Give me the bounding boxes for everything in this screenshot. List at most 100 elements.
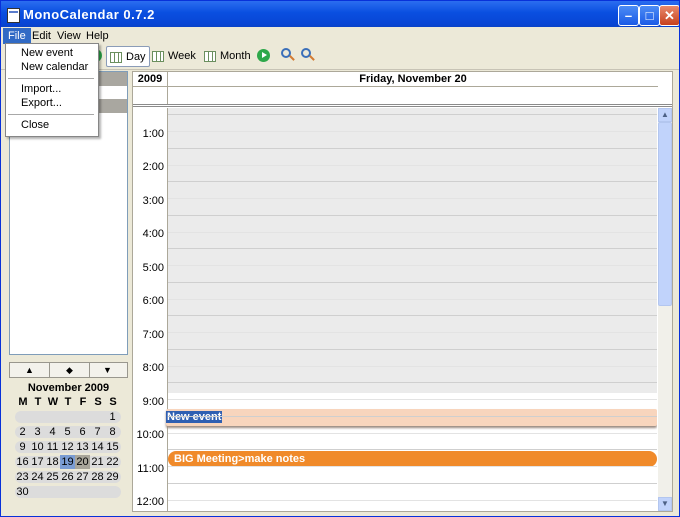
calendar-day[interactable]: 29: [105, 470, 120, 484]
app-window: MonoCalendar 0.7.2 – □ ✕ File Edit View …: [0, 0, 680, 517]
calendar-day[interactable]: 4: [45, 425, 60, 439]
app-icon: [7, 8, 20, 23]
calendar-day[interactable]: 26: [60, 470, 75, 484]
half-hour-line: [168, 366, 657, 367]
calendar-day[interactable]: 1: [105, 410, 120, 424]
calendar-day[interactable]: 9: [15, 440, 30, 454]
calendar-day[interactable]: 22: [105, 455, 120, 469]
scroll-thumb[interactable]: [658, 122, 672, 306]
calendar-day[interactable]: 27: [75, 470, 90, 484]
day-view-label: Day: [126, 51, 146, 63]
calendar-day[interactable]: 30: [15, 485, 30, 499]
maximize-button[interactable]: □: [639, 5, 660, 26]
calendar-day[interactable]: 12: [60, 440, 75, 454]
minical-title: November 2009: [27, 382, 110, 394]
vertical-scrollbar[interactable]: ▲ ▼: [658, 108, 672, 511]
hour-label: 11:00: [137, 463, 164, 475]
week-view-button[interactable]: Week: [149, 46, 196, 67]
hour-line: [168, 282, 657, 283]
file-menu-dropdown: New event New calendar Import... Export.…: [5, 43, 99, 137]
weekday-label: F: [79, 396, 87, 408]
hour-line: [168, 483, 657, 484]
date-header: Friday, November 20: [168, 72, 658, 87]
menu-bar: File Edit View Help: [1, 27, 679, 45]
calendar-day[interactable]: 28: [90, 470, 105, 484]
half-hour-line: [168, 299, 657, 300]
calendar-day[interactable]: 3: [30, 425, 45, 439]
off-hours-shading: [168, 108, 657, 393]
event-new[interactable]: New event: [166, 409, 657, 426]
calendar-day[interactable]: 14: [90, 440, 105, 454]
calendar-day[interactable]: 8: [105, 425, 120, 439]
half-hour-line: [168, 466, 657, 467]
calendar-day[interactable]: 21: [90, 455, 105, 469]
grid-icon: [152, 51, 164, 62]
calendar-day[interactable]: 7: [90, 425, 105, 439]
hour-line: [168, 148, 657, 149]
hour-line: [168, 349, 657, 350]
menu-separator: [8, 114, 94, 115]
menu-close[interactable]: Close: [21, 118, 49, 132]
half-hour-line: [168, 198, 657, 199]
calendar-day[interactable]: 17: [30, 455, 45, 469]
hour-label: 12:00: [136, 496, 164, 508]
day-view-button[interactable]: Day: [106, 46, 150, 67]
calendar-day[interactable]: 16: [15, 455, 30, 469]
calendar-day[interactable]: 20: [75, 455, 90, 469]
half-hour-line: [168, 131, 657, 132]
minimize-button[interactable]: –: [618, 5, 639, 26]
minical-nav: ▲ ◆ ▼: [9, 362, 128, 378]
year-label: 2009: [133, 72, 168, 87]
hour-label: 4:00: [142, 228, 164, 240]
next-month-button[interactable]: ▼: [88, 363, 127, 377]
hour-label: 5:00: [142, 262, 164, 274]
prev-month-button[interactable]: ▲: [10, 363, 49, 377]
scroll-down-arrow[interactable]: ▼: [658, 497, 672, 511]
menu-new-event[interactable]: New event: [21, 46, 73, 60]
half-hour-line: [168, 265, 657, 266]
grid-icon: [204, 51, 216, 62]
zoom-in-icon[interactable]: [301, 48, 311, 58]
calendar-day[interactable]: 25: [45, 470, 60, 484]
menu-help[interactable]: Help: [81, 28, 114, 44]
play-icon[interactable]: [257, 49, 270, 62]
calendar-day[interactable]: 2: [15, 425, 30, 439]
month-view-label: Month: [220, 50, 251, 62]
calendar-day[interactable]: 6: [75, 425, 90, 439]
time-grid[interactable]: New event BIG Meeting>make notes: [166, 108, 657, 511]
grid-icon: [110, 52, 122, 63]
calendar-day[interactable]: 10: [30, 440, 45, 454]
all-day-divider: [167, 87, 168, 104]
event-meeting[interactable]: BIG Meeting>make notes: [168, 451, 657, 467]
calendar-day[interactable]: 5: [60, 425, 75, 439]
scroll-up-arrow[interactable]: ▲: [658, 108, 672, 122]
calendar-day[interactable]: 15: [105, 440, 120, 454]
all-day-row[interactable]: [133, 87, 672, 107]
hour-label: 1:00: [142, 128, 164, 140]
calendar-day[interactable]: 19: [60, 455, 75, 469]
menu-export[interactable]: Export...: [21, 96, 62, 110]
menu-import[interactable]: Import...: [21, 82, 61, 96]
hour-line: [168, 315, 657, 316]
calendar-day[interactable]: 24: [30, 470, 45, 484]
calendar-day[interactable]: 13: [75, 440, 90, 454]
menu-separator: [8, 78, 94, 79]
half-hour-line: [168, 500, 657, 501]
calendar-day[interactable]: 11: [45, 440, 60, 454]
month-view-button[interactable]: Month: [201, 46, 251, 67]
zoom-out-icon[interactable]: [281, 48, 291, 58]
close-window-button[interactable]: ✕: [659, 5, 679, 26]
half-hour-line: [168, 332, 657, 333]
event-new-title: New event: [166, 411, 223, 423]
calendar-day[interactable]: 18: [45, 455, 60, 469]
hour-line: [168, 114, 657, 115]
half-hour-line: [168, 399, 657, 400]
half-hour-line: [168, 232, 657, 233]
day-view: 2009 Friday, November 20 1:00 2:00 3:00 4:0…: [132, 71, 673, 512]
weekday-label: T: [64, 396, 72, 408]
calendar-day[interactable]: 23: [15, 470, 30, 484]
hour-line: [168, 215, 657, 216]
today-button[interactable]: ◆: [49, 363, 90, 377]
weekday-label: M: [18, 396, 28, 408]
menu-new-calendar[interactable]: New calendar: [21, 60, 88, 74]
